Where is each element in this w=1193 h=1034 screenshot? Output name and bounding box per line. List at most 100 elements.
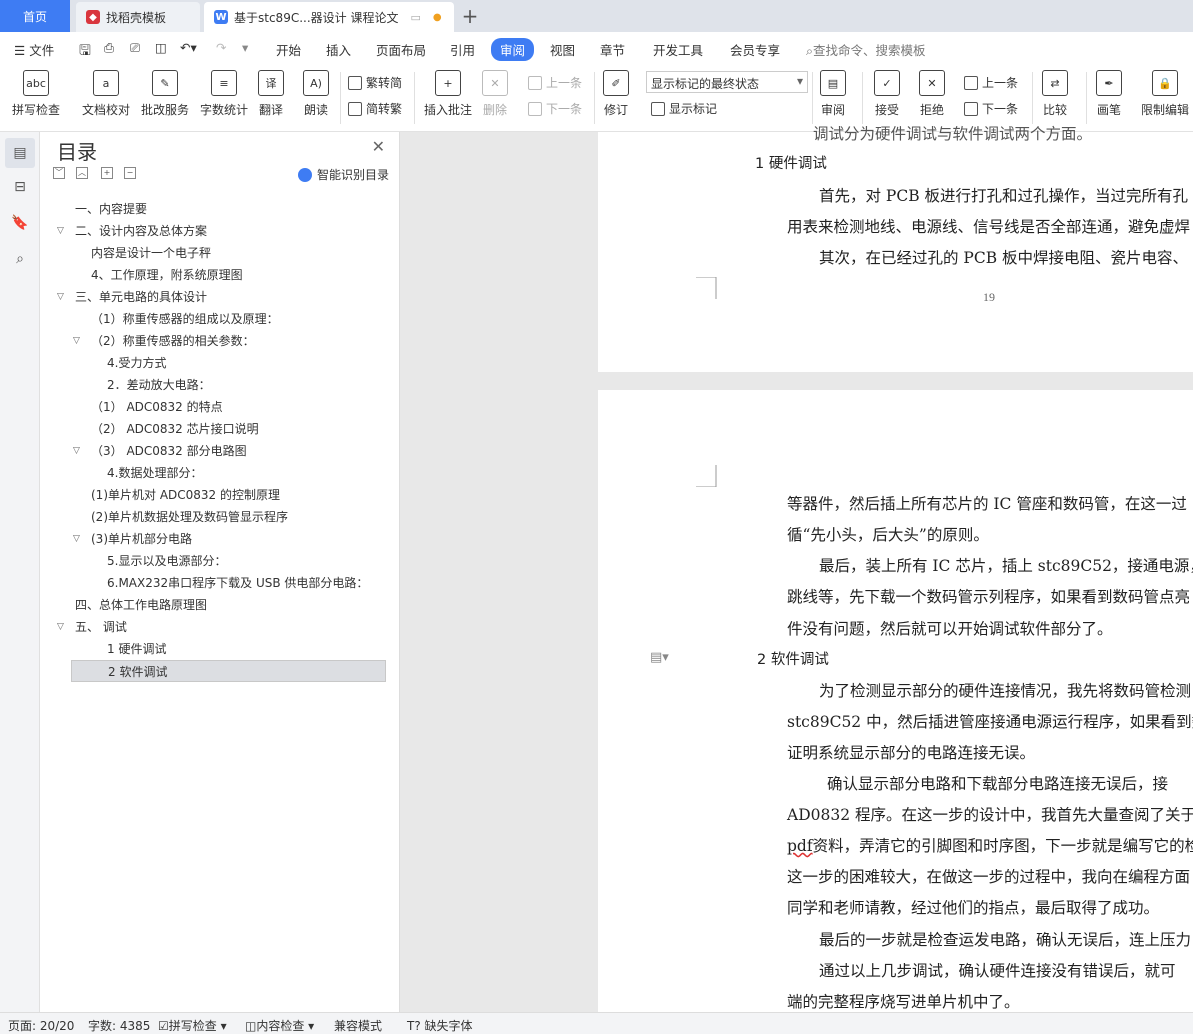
- menu-start[interactable]: 开始: [276, 40, 301, 59]
- document-canvas: 调试分为硬件调试与软件调试两个方面。 1 硬件调试 首先，对 PCB 板进行打孔…: [400, 125, 1193, 1020]
- toc-item[interactable]: ▽ 三、单元电路的具体设计: [57, 286, 207, 308]
- command-search[interactable]: ⌕查找命令、搜索模板: [806, 40, 926, 59]
- toc-item[interactable]: (2)单片机数据处理及数码管显示程序: [91, 506, 288, 528]
- file-menu[interactable]: ☰ 文件: [14, 40, 54, 59]
- toc-item[interactable]: ▽ （3） ADC0832 部分电路图: [73, 440, 247, 462]
- review-pane-button[interactable]: ▤ 审阅: [820, 70, 846, 118]
- redo-icon[interactable]: ↷: [216, 40, 226, 55]
- chevron-down-icon[interactable]: ▽: [73, 440, 80, 462]
- menu-chapter[interactable]: 章节: [600, 40, 625, 59]
- unsaved-dot-icon: ●: [432, 11, 442, 23]
- add-tab-button[interactable]: +: [458, 0, 482, 32]
- page-indicator[interactable]: 页面: 20/20: [8, 1017, 74, 1034]
- chevron-down-icon[interactable]: ▽: [57, 616, 64, 638]
- toc-item-selected[interactable]: 2 软件调试: [71, 660, 386, 682]
- save-icon[interactable]: 🖫: [79, 40, 91, 64]
- menu-member[interactable]: 会员专享: [730, 40, 780, 59]
- toc-item[interactable]: 5.显示以及电源部分：: [107, 550, 226, 572]
- toc-item[interactable]: 内容是设计一个电子秤: [91, 242, 211, 264]
- chevron-down-icon[interactable]: ▽: [57, 220, 64, 242]
- toc-item[interactable]: ▽ 二、设计内容及总体方案: [57, 220, 207, 242]
- trad-to-simp-button[interactable]: 繁转简: [348, 74, 402, 91]
- undo-icon[interactable]: ↶▾: [180, 40, 197, 55]
- toc-item[interactable]: （1） ADC0832 的特点: [91, 396, 223, 418]
- tab-template[interactable]: ◆ 找稻壳模板: [76, 2, 200, 32]
- print-icon[interactable]: ⎚: [130, 40, 140, 56]
- toc-item[interactable]: （2） ADC0832 芯片接口说明: [91, 418, 259, 440]
- simp-to-trad-button[interactable]: 简转繁: [348, 100, 402, 117]
- content-check-status[interactable]: ◫内容检查 ▾: [245, 1017, 314, 1034]
- word-count-button[interactable]: ≡ 字数统计: [200, 70, 248, 118]
- toc-nav-icon[interactable]: ▤: [5, 138, 35, 168]
- accept-button[interactable]: ✓ 接受: [874, 70, 900, 118]
- word-count-status[interactable]: 字数: 4385: [88, 1017, 150, 1034]
- markup-state-select[interactable]: 显示标记的最终状态: [646, 71, 808, 93]
- tab-home[interactable]: 首页: [0, 0, 70, 32]
- restrict-edit-button[interactable]: 🔒 限制编辑: [1141, 70, 1189, 118]
- next-change-button[interactable]: 下一条: [964, 100, 1018, 117]
- trad-to-simp-icon: [348, 75, 362, 90]
- bookmark-icon[interactable]: 🔖: [9, 212, 31, 234]
- missing-font-status[interactable]: T? 缺失字体: [407, 1017, 473, 1034]
- reject-button[interactable]: ✕ 拒绝: [919, 70, 945, 118]
- next-comment-button[interactable]: 下一条: [528, 100, 582, 117]
- annotate-service-button[interactable]: ✎ 批改服务: [141, 70, 189, 118]
- page2-line: 最后的一步就是检查运发电路，确认无误后，连上压力: [819, 931, 1192, 949]
- prev-comment-button[interactable]: 上一条: [528, 74, 582, 91]
- close-icon[interactable]: ✕: [372, 137, 385, 156]
- chevron-down-icon[interactable]: ▽: [73, 330, 80, 352]
- doc-proof-button[interactable]: a 文档校对: [82, 70, 130, 118]
- toc-item[interactable]: （1）称重传感器的组成以及原理：: [91, 308, 279, 330]
- collapse-all-icon[interactable]: ︿: [76, 167, 88, 179]
- toc-item[interactable]: 4.受力方式: [107, 352, 166, 374]
- chevron-down-icon[interactable]: ▽: [73, 528, 80, 550]
- prev-comment-icon: [528, 75, 542, 90]
- compare-button[interactable]: ⇄ 比较: [1042, 70, 1068, 118]
- delete-comment-button[interactable]: ✕ 删除: [482, 70, 508, 118]
- menu-devtools[interactable]: 开发工具: [653, 40, 703, 59]
- screen-icon[interactable]: ▭: [410, 11, 420, 24]
- show-markup-button[interactable]: 显示标记: [651, 100, 717, 117]
- menu-reference[interactable]: 引用: [450, 40, 475, 59]
- smart-toc-button[interactable]: 智能识别目录: [298, 166, 389, 183]
- remove-toc-item-icon[interactable]: −: [124, 167, 136, 179]
- toc-item[interactable]: 四、总体工作电路原理图: [75, 594, 207, 616]
- misspelled-word[interactable]: pdf: [787, 837, 813, 855]
- read-aloud-button[interactable]: A) 朗读: [303, 70, 329, 118]
- lock-icon: 🔒: [1152, 70, 1178, 96]
- toc-item[interactable]: 2．差动放大电路：: [107, 374, 211, 396]
- tab-document[interactable]: W 基于stc89C...器设计 课程论文 ▭ ●: [204, 2, 454, 32]
- next-change-icon: [964, 101, 978, 116]
- pen-button[interactable]: ✒ 画笔: [1096, 70, 1122, 118]
- more-quick-icon[interactable]: ▾: [242, 40, 248, 55]
- export-pdf-icon[interactable]: ⎙: [104, 40, 114, 56]
- menu-review[interactable]: 审阅: [491, 38, 535, 61]
- toc-item[interactable]: 一、内容提要: [75, 198, 147, 220]
- add-toc-item-icon[interactable]: +: [101, 167, 113, 179]
- paragraph-layout-icon[interactable]: ▤▾: [650, 650, 669, 665]
- track-changes-button[interactable]: ✐ 修订: [603, 70, 629, 118]
- chevron-down-icon[interactable]: ▽: [57, 286, 64, 308]
- toc-item[interactable]: 6.MAX232串口程序下载及 USB 供电部分电路：: [107, 572, 368, 594]
- menu-insert[interactable]: 插入: [326, 40, 351, 59]
- toc-item[interactable]: 1 硬件调试: [107, 638, 166, 660]
- chapter-nav-icon[interactable]: ⊟: [9, 176, 31, 198]
- find-icon[interactable]: ⌕: [9, 248, 31, 270]
- toc-item[interactable]: ▽ 五、 调试: [57, 616, 127, 638]
- spell-check-button[interactable]: abc 拼写检查: [12, 70, 60, 118]
- prev-change-button[interactable]: 上一条: [964, 74, 1018, 91]
- page2-heading: 2 软件调试: [757, 652, 829, 668]
- toc-item[interactable]: (1)单片机对 ADC0832 的控制原理: [91, 484, 280, 506]
- menu-layout[interactable]: 页面布局: [376, 40, 426, 59]
- toc-item[interactable]: ▽ （2）称重传感器的相关参数：: [73, 330, 255, 352]
- toc-item[interactable]: 4.数据处理部分：: [107, 462, 202, 484]
- menu-view[interactable]: 视图: [550, 40, 575, 59]
- spell-check-status[interactable]: ☑拼写检查 ▾: [158, 1017, 227, 1034]
- translate-button[interactable]: 译翻译: [258, 70, 284, 118]
- toc-item[interactable]: 4、工作原理，附系统原理图: [91, 264, 243, 286]
- insert-comment-button[interactable]: + 插入批注: [424, 70, 472, 118]
- toc-item[interactable]: ▽ (3)单片机部分电路: [73, 528, 192, 550]
- expand-all-icon[interactable]: ﹀: [53, 167, 65, 179]
- compat-mode-status[interactable]: 兼容模式: [334, 1017, 382, 1034]
- print-preview-icon[interactable]: ◫: [155, 40, 167, 55]
